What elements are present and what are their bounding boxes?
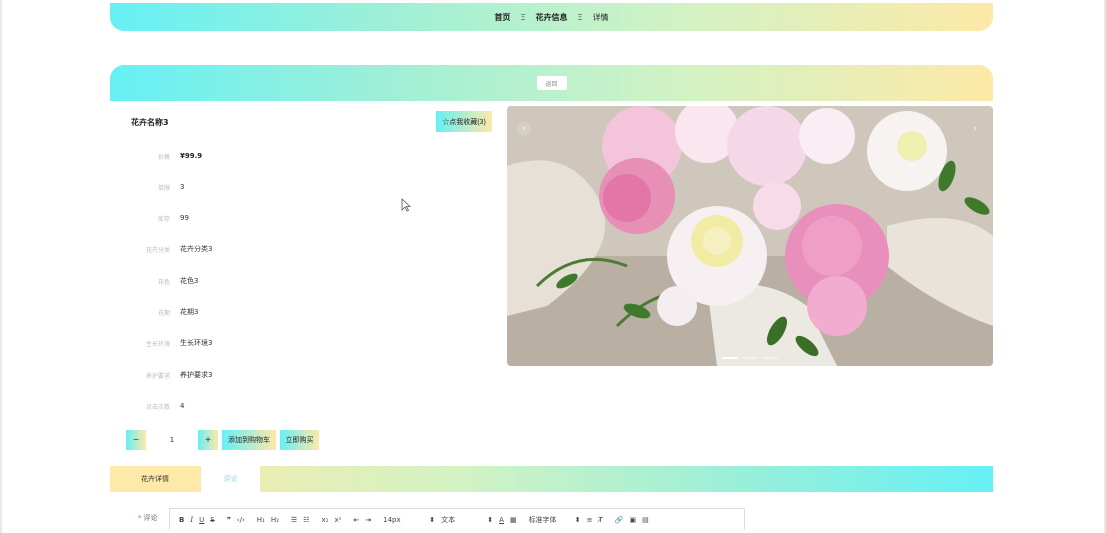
attr-value: 4 (180, 402, 185, 410)
breadcrumb-separator: Ξ (577, 12, 583, 22)
font-family-value: 标准字体 (528, 515, 557, 524)
superscript-button[interactable]: x¹ (331, 513, 344, 527)
blockquote-icon[interactable]: ❞ (224, 513, 234, 527)
favorite-button[interactable]: ☆点我收藏(3) (436, 111, 492, 132)
underline-button[interactable]: U (196, 513, 207, 527)
quantity-input[interactable] (150, 430, 194, 450)
select-arrow-icon: ⬍ (429, 515, 436, 524)
quantity-increment-button[interactable]: + (198, 430, 218, 450)
breadcrumb-separator: Ξ (520, 12, 526, 22)
strike-button[interactable]: S (207, 513, 217, 527)
attr-value: 花卉分类3 (180, 245, 213, 253)
attr-label: 价格 (157, 153, 170, 161)
heading-2-button[interactable]: H₂ (268, 513, 282, 527)
required-mark: * (138, 514, 142, 522)
attr-row-category: 花卉分类 花卉分类3 (120, 243, 450, 255)
subscript-button[interactable]: x₁ (318, 513, 331, 527)
image-icon[interactable]: ▣ (626, 513, 639, 527)
breadcrumb-home[interactable]: 首页 (494, 12, 510, 23)
attr-value: 花色3 (180, 277, 199, 285)
editor-toolbar: B I U S ❞ ‹/› H₁ H₂ ☰ ☷ x₁ x¹ ⇤ ⇥ 14px ⬍ … (169, 508, 745, 530)
font-size-value: 14px (383, 515, 401, 524)
background-color-icon[interactable]: ▦ (507, 513, 520, 527)
code-icon[interactable]: ‹/› (234, 513, 248, 527)
tab-comment[interactable]: 评论 (201, 466, 260, 492)
product-image-carousel[interactable] (507, 106, 993, 366)
ordered-list-icon[interactable]: ☰ (288, 513, 300, 527)
attr-label: 库存 (157, 215, 170, 223)
attr-value: 生长环境3 (180, 339, 213, 347)
attr-value: 99 (180, 214, 189, 222)
bullet-list-icon[interactable]: ☷ (300, 513, 312, 527)
attr-label: 生长环境 (145, 340, 170, 348)
attr-label: 花色 (157, 278, 170, 286)
attr-value: 花期3 (180, 308, 199, 316)
breadcrumb-current: 详情 (592, 12, 609, 22)
flower-bouquet-image (507, 106, 993, 366)
link-icon[interactable]: 🔗 (612, 513, 627, 527)
attr-row-price: 价格 ¥99.9 (120, 150, 450, 162)
align-icon[interactable]: ≡ (584, 513, 596, 527)
breadcrumb: 首页 Ξ 花卉信息 Ξ 详情 (110, 3, 993, 31)
header-select[interactable]: 文本 ⬍ (438, 513, 496, 527)
quantity-decrement-button[interactable]: − (126, 430, 146, 450)
outdent-icon[interactable]: ⇤ (350, 513, 362, 527)
attr-row-environment: 生长环境 生长环境3 (120, 337, 450, 349)
attr-row-color: 花色 花色3 (120, 275, 450, 287)
carousel-indicator-3[interactable] (762, 357, 778, 359)
video-icon[interactable]: ▤ (639, 513, 652, 527)
attr-value: 养护要求3 (180, 371, 213, 379)
breadcrumb-section[interactable]: 花卉信息 (536, 12, 568, 23)
clear-format-icon[interactable]: T̸ (595, 513, 605, 527)
attr-label: 花期 (157, 309, 170, 317)
attr-row-clicks: 点击次数 4 (120, 400, 450, 412)
indent-icon[interactable]: ⇥ (362, 513, 374, 527)
carousel-indicator-2[interactable] (742, 357, 758, 359)
font-color-icon[interactable]: A (496, 513, 507, 527)
carousel-prev-icon[interactable]: ‹ (517, 122, 531, 136)
comment-label-text: 评论 (143, 514, 158, 522)
carousel-next-icon[interactable]: › (968, 122, 982, 136)
comment-label: * 评论 (138, 513, 158, 523)
attr-label: 单限 (157, 184, 170, 192)
frame-left-border (0, 0, 2, 533)
select-arrow-icon: ⬍ (487, 515, 494, 524)
select-arrow-icon: ⬍ (574, 515, 581, 524)
heading-1-button[interactable]: H₁ (254, 513, 268, 527)
bold-button[interactable]: B (176, 513, 187, 527)
italic-button[interactable]: I (187, 513, 196, 527)
attr-row-stock: 库存 99 (120, 212, 450, 224)
return-bar: 返回 (110, 65, 993, 101)
carousel-indicator-1[interactable] (722, 357, 738, 359)
attr-label: 花卉分类 (145, 246, 170, 254)
add-to-cart-button[interactable]: 添加到购物车 (222, 430, 276, 450)
attr-value: ¥99.9 (180, 152, 203, 160)
attr-value: 3 (180, 183, 185, 191)
return-button[interactable]: 返回 (536, 76, 567, 90)
mouse-cursor-icon (401, 198, 411, 212)
attr-row-limit: 单限 3 (120, 181, 450, 193)
product-name: 花卉名称3 (131, 118, 169, 127)
buy-now-button[interactable]: 立即购买 (280, 430, 319, 450)
font-size-select[interactable]: 14px ⬍ (380, 513, 438, 527)
font-family-select[interactable]: 标准字体 ⬍ (526, 513, 584, 527)
attr-row-bloom: 花期 花期3 (120, 306, 450, 318)
attr-label: 养护要求 (145, 372, 170, 380)
carousel-indicators (722, 357, 778, 359)
header-value: 文本 (441, 515, 456, 524)
attr-label: 点击次数 (145, 403, 170, 411)
tab-flower-detail[interactable]: 花卉详情 (110, 466, 200, 492)
attr-row-care: 养护要求 养护要求3 (120, 369, 450, 381)
